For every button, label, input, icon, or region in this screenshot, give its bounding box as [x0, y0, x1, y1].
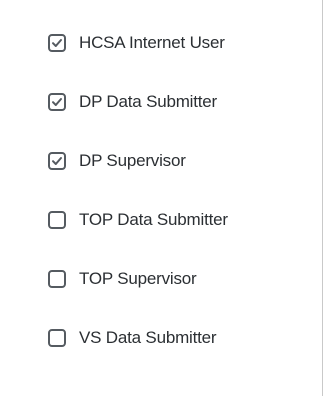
- role-checkbox[interactable]: [48, 152, 66, 170]
- role-checkbox-list: HCSA Internet User DP Data Submitter DP …: [48, 28, 228, 353]
- role-checkbox[interactable]: [48, 93, 66, 111]
- role-option-top-supervisor[interactable]: TOP Supervisor: [48, 264, 228, 294]
- role-option-dp-data-submitter[interactable]: DP Data Submitter: [48, 87, 228, 117]
- checkmark-icon: [52, 157, 62, 165]
- role-option-top-data-submitter[interactable]: TOP Data Submitter: [48, 205, 228, 235]
- panel-right-divider: [322, 0, 323, 396]
- role-label: VS Data Submitter: [79, 328, 217, 347]
- role-label: DP Supervisor: [79, 151, 186, 170]
- role-option-vs-data-submitter[interactable]: VS Data Submitter: [48, 323, 228, 353]
- role-checkbox[interactable]: [48, 329, 66, 347]
- role-checkbox[interactable]: [48, 270, 66, 288]
- role-option-dp-supervisor[interactable]: DP Supervisor: [48, 146, 228, 176]
- checkmark-icon: [52, 39, 62, 47]
- role-checkbox[interactable]: [48, 34, 66, 52]
- checkmark-icon: [52, 98, 62, 106]
- role-label: HCSA Internet User: [79, 33, 225, 52]
- role-label: TOP Supervisor: [79, 269, 197, 288]
- role-label: DP Data Submitter: [79, 92, 218, 111]
- role-label: TOP Data Submitter: [79, 210, 228, 229]
- role-option-hcsa-internet-user[interactable]: HCSA Internet User: [48, 28, 228, 58]
- role-checkbox[interactable]: [48, 211, 66, 229]
- role-selection-panel: HCSA Internet User DP Data Submitter DP …: [0, 0, 322, 396]
